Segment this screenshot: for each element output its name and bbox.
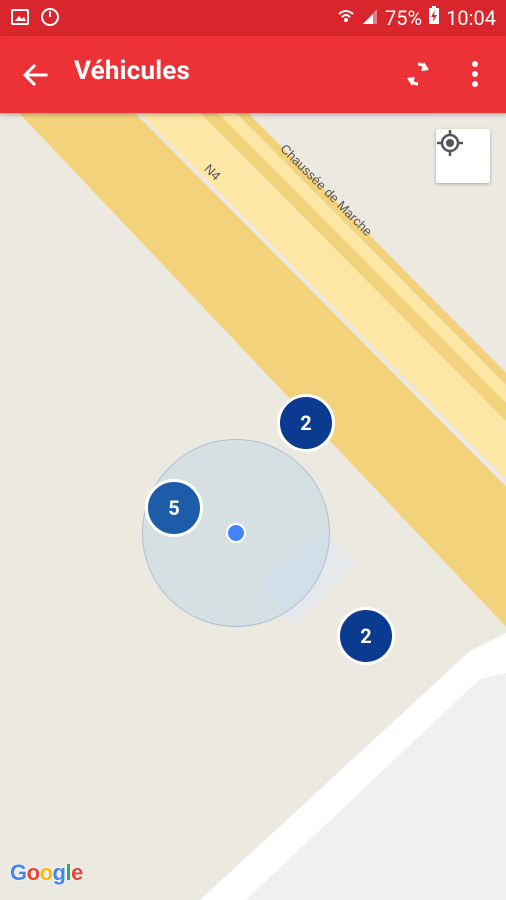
more-vertical-icon[interactable] bbox=[466, 58, 484, 90]
gallery-notification-icon bbox=[10, 7, 30, 31]
google-letter: o bbox=[26, 860, 40, 885]
google-logo: Google bbox=[10, 860, 83, 886]
vehicle-cluster-marker[interactable]: 5 bbox=[145, 479, 203, 537]
map-view[interactable]: N4 Chaussée de Marche 2 5 2 Google bbox=[0, 113, 506, 900]
status-bar: 75% 10:04 bbox=[0, 0, 506, 36]
google-letter: e bbox=[71, 860, 83, 885]
page-title: Véhicules bbox=[74, 56, 191, 86]
refresh-icon[interactable] bbox=[402, 58, 434, 90]
cluster-count: 5 bbox=[168, 496, 180, 520]
cluster-count: 2 bbox=[300, 411, 312, 435]
battery-charging-icon bbox=[428, 5, 440, 30]
google-letter: o bbox=[39, 860, 53, 885]
current-location-dot bbox=[226, 523, 246, 543]
wifi-icon bbox=[337, 6, 355, 30]
cluster-count: 2 bbox=[360, 624, 372, 648]
battery-percent: 75% bbox=[385, 5, 423, 30]
app-bar: Véhicules bbox=[0, 36, 506, 113]
power-notification-icon bbox=[40, 7, 60, 31]
google-letter: g bbox=[52, 860, 66, 885]
google-letter: G bbox=[10, 860, 27, 885]
clock: 10:04 bbox=[446, 5, 496, 30]
vehicle-cluster-marker[interactable]: 2 bbox=[337, 607, 395, 665]
arrow-left-icon[interactable] bbox=[20, 60, 50, 90]
my-location-button[interactable] bbox=[436, 129, 490, 183]
signal-icon bbox=[361, 6, 379, 30]
vehicle-cluster-marker[interactable]: 2 bbox=[277, 394, 335, 452]
